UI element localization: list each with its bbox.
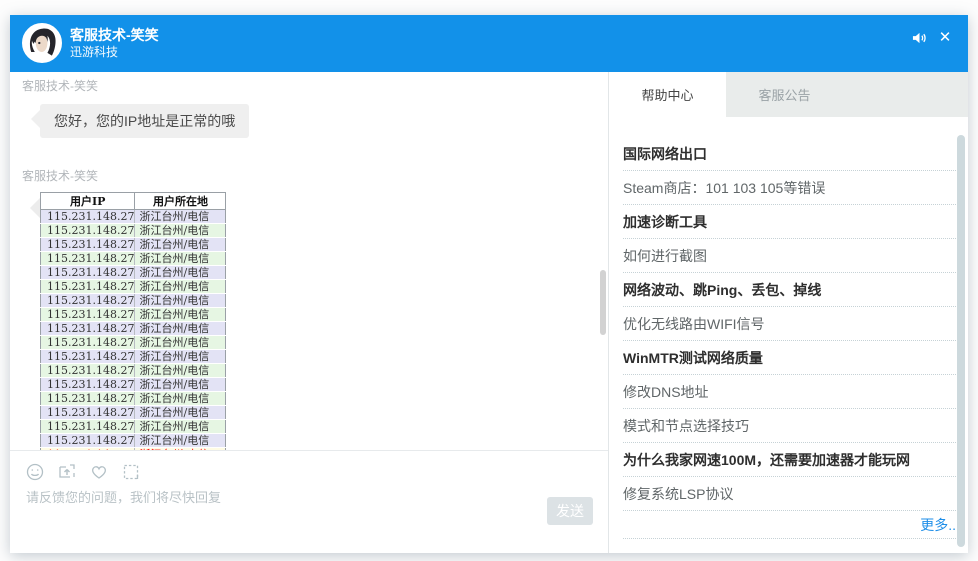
help-article-link[interactable]: WinMTR测试网络质量 <box>623 341 956 375</box>
ip-table-cell: 115.231.148.27 <box>41 238 135 252</box>
ip-table-cell: 115.231.148.27 <box>41 434 135 448</box>
help-article-link[interactable]: 如何进行截图 <box>623 239 956 273</box>
help-article-link[interactable]: 加速诊断工具 <box>623 205 956 239</box>
ip-table-cell: 115.231.148.27 <box>41 364 135 378</box>
help-panel: 帮助中心客服公告 国际网络出口Steam商店：101 103 105等错误加速诊… <box>609 72 968 553</box>
title-bar: 客服技术-笑笑 迅游科技 ✕ <box>10 15 968 72</box>
ip-table-cell: 115.231.148.27 <box>41 350 135 364</box>
sender-label: 客服技术-笑笑 <box>22 78 608 94</box>
ip-table-row: 115.231.148.27浙江台州/电信 <box>41 336 226 350</box>
ip-table-row: 115.231.148.27浙江台州/电信 <box>41 350 226 364</box>
ip-table-cell: 浙江台州/电信 <box>135 280 226 294</box>
ip-table-row: 115.231.148.27浙江台州/电信 <box>41 420 226 434</box>
ip-table-row: 115.231.148.27浙江台州/电信 <box>41 266 226 280</box>
favorite-icon[interactable] <box>90 463 108 481</box>
ip-table-cell: 浙江台州/电信 <box>135 350 226 364</box>
ip-table-cell: 115.231.148.27 <box>41 406 135 420</box>
contact-name: 客服技术-笑笑 <box>70 26 159 44</box>
ip-table-cell: 115.231.148.27 <box>41 266 135 280</box>
help-tabs: 帮助中心客服公告 <box>609 72 968 117</box>
ip-table-cell: 115.231.148.27 <box>41 308 135 322</box>
ip-table-cell: 浙江台州/电信 <box>135 406 226 420</box>
ip-table-cell: 浙江台州/电信 <box>135 336 226 350</box>
ip-table-cell: 浙江台州/电信 <box>135 322 226 336</box>
help-article-link[interactable]: 修改DNS地址 <box>623 375 956 409</box>
ip-table-row: 115.231.148.27浙江台州/电信 <box>41 224 226 238</box>
ip-table-header: 用户所在地 <box>135 193 226 210</box>
ip-table-cell: 浙江台州/电信 <box>135 434 226 448</box>
screenshot-icon[interactable] <box>58 463 76 481</box>
tab-service-notice[interactable]: 客服公告 <box>726 72 843 117</box>
ip-table-cell: 浙江台州/电信 <box>135 266 226 280</box>
help-article-link[interactable]: 网络波动、跳Ping、丢包、掉线 <box>623 273 956 307</box>
ip-table-cell: 115.231.148.27 <box>41 224 135 238</box>
ip-table-row: 115.231.148.27浙江台州/电信 <box>41 210 226 224</box>
ip-table-row: 115.231.148.27浙江台州/电信 <box>41 364 226 378</box>
ip-table-cell: 浙江台州/电信 <box>135 210 226 224</box>
agent-message-bubble: 您好，您的IP地址是正常的哦 <box>40 104 249 138</box>
region-capture-icon[interactable] <box>122 463 140 481</box>
ip-table-cell: 浙江台州/电信 <box>135 392 226 406</box>
close-icon[interactable]: ✕ <box>936 30 954 46</box>
chat-scrollbar[interactable] <box>600 270 606 335</box>
help-article-link[interactable]: 模式和节点选择技巧 <box>623 409 956 443</box>
ip-table-cell: 浙江台州/电信 <box>135 294 226 308</box>
ip-table-header: 用户IP <box>41 193 135 210</box>
ip-table-cell: 115.231.148.27 <box>41 336 135 350</box>
composer: 发送 <box>10 450 608 553</box>
chat-window: 客服技术-笑笑 迅游科技 ✕ 客服技术-笑笑 您好，您的IP地址是正常的哦 客服 <box>10 15 968 553</box>
ip-table-cell: 浙江台州/电信 <box>135 364 226 378</box>
ip-table-row: 115.231.148.27浙江台州/电信 <box>41 434 226 448</box>
ip-table-cell: 115.231.148.27 <box>41 280 135 294</box>
ip-table-cell: 115.231.148.27 <box>41 210 135 224</box>
ip-table-row: 115.231.148.27浙江台州/电信 <box>41 238 226 252</box>
ip-table-cell: 浙江台州/电信 <box>135 308 226 322</box>
ip-table-row: 115.231.148.27浙江台州/电信 <box>41 294 226 308</box>
more-link[interactable]: 更多.. <box>623 511 956 539</box>
sender-label: 客服技术-笑笑 <box>22 168 608 184</box>
ip-table-cell: 115.231.148.27 <box>41 392 135 406</box>
help-article-link[interactable]: Steam商店：101 103 105等错误 <box>623 171 956 205</box>
help-article-link[interactable]: 为什么我家网速100M，还需要加速器才能玩网 <box>623 443 956 477</box>
ip-table-row: 115.231.148.27浙江台州/电信 <box>41 406 226 420</box>
ip-table-attachment: 用户IP用户所在地 115.231.148.27浙江台州/电信115.231.1… <box>40 192 226 450</box>
ip-table-cell: 115.231.148.27 <box>41 322 135 336</box>
send-button[interactable]: 发送 <box>547 497 593 525</box>
ip-table-cell: 浙江台州/电信 <box>135 420 226 434</box>
ip-table-cell: 浙江台州/电信 <box>135 252 226 266</box>
emoji-icon[interactable] <box>26 463 44 481</box>
ip-table-row: 115.231.148.27浙江台州/电信 <box>41 378 226 392</box>
ip-table-row: 115.231.148.27浙江台州/电信 <box>41 252 226 266</box>
ip-table-row: 115.231.148.27浙江台州/电信 <box>41 308 226 322</box>
speaker-icon[interactable] <box>910 30 928 46</box>
ip-table-cell: 115.231.148.27 <box>41 420 135 434</box>
ip-table-row: 115.231.148.27浙江台州/电信 <box>41 392 226 406</box>
message-input[interactable] <box>26 487 466 531</box>
ip-table-cell: 115.231.148.27 <box>41 294 135 308</box>
help-article-list: 国际网络出口Steam商店：101 103 105等错误加速诊断工具如何进行截图… <box>609 117 968 539</box>
ip-table-row: 115.231.148.27浙江台州/电信 <box>41 280 226 294</box>
help-scrollbar[interactable] <box>957 135 965 547</box>
ip-table: 用户IP用户所在地 115.231.148.27浙江台州/电信115.231.1… <box>40 192 226 450</box>
avatar <box>22 23 62 63</box>
message-history: 客服技术-笑笑 您好，您的IP地址是正常的哦 客服技术-笑笑 用户IP用户所在地… <box>10 72 608 450</box>
ip-table-cell: 115.231.148.27 <box>41 378 135 392</box>
ip-table-cell: 浙江台州/电信 <box>135 238 226 252</box>
help-article-link[interactable]: 修复系统LSP协议 <box>623 477 956 511</box>
help-article-link[interactable]: 国际网络出口 <box>623 137 956 171</box>
company-name: 迅游科技 <box>70 44 159 60</box>
ip-table-cell: 浙江台州/电信 <box>135 224 226 238</box>
ip-table-cell: 浙江台州/电信 <box>135 378 226 392</box>
ip-table-cell: 115.231.148.27 <box>41 252 135 266</box>
tab-help-center[interactable]: 帮助中心 <box>609 72 726 117</box>
ip-table-row: 115.231.148.27浙江台州/电信 <box>41 322 226 336</box>
help-article-link[interactable]: 优化无线路由WIFI信号 <box>623 307 956 341</box>
chat-panel: 客服技术-笑笑 您好，您的IP地址是正常的哦 客服技术-笑笑 用户IP用户所在地… <box>10 72 608 553</box>
